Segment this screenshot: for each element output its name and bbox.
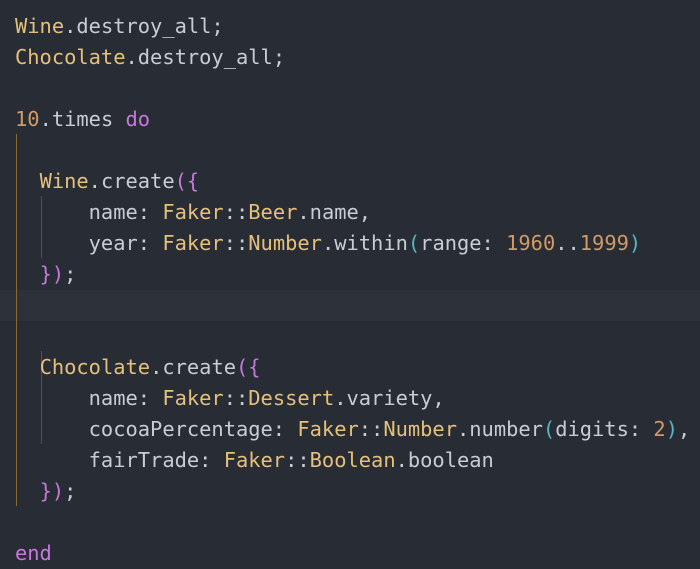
- number-literal: 10: [15, 107, 40, 131]
- code-line[interactable]: Wine.create({: [15, 166, 200, 197]
- method-call: .destroy_all;: [125, 45, 286, 69]
- operator: ::: [223, 200, 249, 224]
- class-name: Wine: [15, 14, 65, 38]
- hash-key: cocoaPercentage:: [15, 417, 298, 441]
- hash-key: year:: [15, 231, 163, 255]
- class-name: Beer: [248, 200, 298, 224]
- code-line[interactable]: end: [15, 538, 52, 569]
- class-name: Faker: [162, 200, 224, 224]
- method-call: .number: [456, 417, 543, 441]
- punctuation: ;: [64, 479, 77, 503]
- code-line[interactable]: year: Faker::Number.within(range: 1960..…: [15, 228, 642, 259]
- class-name: Faker: [297, 417, 359, 441]
- class-name: Faker: [162, 386, 224, 410]
- bracket: {: [248, 355, 261, 379]
- bracket: (: [174, 169, 187, 193]
- class-name: Faker: [223, 448, 286, 472]
- hash-key: name:: [15, 386, 163, 410]
- punctuation: ,: [677, 417, 691, 441]
- code-line[interactable]: cocoaPercentage: Faker::Number.number(di…: [15, 414, 691, 445]
- argument-key: digits:: [555, 417, 654, 441]
- code-line[interactable]: Chocolate.create({: [15, 352, 261, 383]
- argument-key: range:: [420, 231, 507, 255]
- keyword: end: [15, 541, 52, 565]
- bracket: (: [407, 231, 421, 255]
- class-name: Faker: [162, 231, 224, 255]
- method-call: .create: [88, 169, 175, 193]
- current-line-highlight: [0, 290, 700, 321]
- code-line[interactable]: });: [15, 259, 77, 290]
- class-name: Wine: [39, 169, 89, 193]
- class-name: Number: [383, 417, 457, 441]
- operator: ::: [223, 231, 249, 255]
- method-call: .times: [39, 107, 126, 131]
- class-name: Dessert: [248, 386, 335, 410]
- method-call: .variety,: [334, 386, 445, 410]
- bracket: {: [186, 169, 200, 193]
- hash-key: fairTrade:: [15, 448, 224, 472]
- code-line[interactable]: });: [15, 476, 77, 507]
- number-literal: 1999: [579, 231, 629, 255]
- operator: ..: [555, 231, 580, 255]
- keyword: do: [125, 107, 151, 131]
- bracket: }: [39, 262, 52, 286]
- code-line[interactable]: 10.times do: [15, 104, 150, 135]
- method-call: .create: [150, 355, 236, 379]
- bracket: (: [542, 417, 556, 441]
- class-name: Number: [248, 231, 322, 255]
- method-call: .boolean: [395, 448, 494, 472]
- punctuation: ;: [64, 262, 77, 286]
- code-line[interactable]: name: Faker::Dessert.variety,: [15, 383, 445, 414]
- code-line[interactable]: Wine.destroy_all;: [15, 11, 224, 42]
- code-line[interactable]: Chocolate.destroy_all;: [15, 42, 285, 73]
- bracket: ): [51, 479, 65, 503]
- method-call: .destroy_all;: [64, 14, 224, 38]
- code-editor[interactable]: Wine.destroy_all; Chocolate.destroy_all; 1…: [0, 0, 700, 565]
- class-name: Chocolate: [39, 355, 151, 379]
- bracket: ): [665, 417, 678, 441]
- operator: ::: [285, 448, 310, 472]
- bracket: ): [51, 262, 65, 286]
- class-name: Boolean: [309, 448, 396, 472]
- bracket: (: [236, 355, 249, 379]
- hash-key: name:: [15, 200, 163, 224]
- class-name: Chocolate: [15, 45, 126, 69]
- bracket: }: [39, 479, 52, 503]
- code-line[interactable]: name: Faker::Beer.name,: [15, 197, 371, 228]
- method-call: .name,: [297, 200, 372, 224]
- operator: ::: [223, 386, 249, 410]
- method-call: .within: [321, 231, 408, 255]
- number-literal: 2: [653, 417, 666, 441]
- operator: ::: [358, 417, 384, 441]
- bracket: ): [628, 231, 642, 255]
- code-line[interactable]: fairTrade: Faker::Boolean.boolean: [15, 445, 494, 476]
- number-literal: 1960: [506, 231, 556, 255]
